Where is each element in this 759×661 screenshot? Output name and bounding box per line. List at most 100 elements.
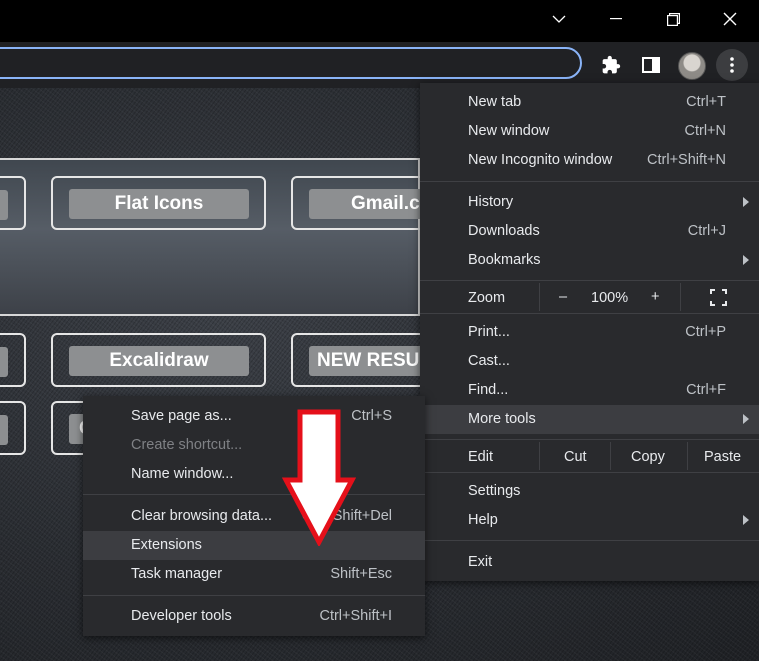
- zoom-out-button[interactable]: –: [559, 289, 567, 305]
- menu-separator: [420, 439, 759, 440]
- menu-item-developer-tools[interactable]: Developer tools Ctrl+Shift+I: [83, 602, 425, 631]
- menu-item-label: New window: [468, 123, 550, 139]
- menu-item-label: Developer tools: [131, 608, 232, 624]
- submenu-arrow-icon: [743, 197, 749, 207]
- menu-item-more-tools[interactable]: More tools: [420, 405, 759, 434]
- side-panel-icon[interactable]: [636, 50, 666, 80]
- menu-item-label: Help: [468, 512, 498, 528]
- menu-item-label: Extensions: [131, 537, 202, 553]
- menu-item-new-tab[interactable]: New tab Ctrl+T: [420, 88, 759, 117]
- menu-cell-divider: [539, 283, 540, 311]
- more-tools-submenu: Save page as... Ctrl+S Create shortcut..…: [83, 396, 425, 636]
- menu-item-label: New Incognito window: [468, 152, 613, 168]
- menu-separator: [83, 595, 425, 596]
- menu-item-label: Save page as...: [131, 408, 232, 424]
- menu-item-label: Edit: [468, 449, 493, 465]
- menu-item-label: Task manager: [131, 566, 223, 582]
- menu-item-label: More tools: [468, 411, 536, 427]
- menu-item-label: Bookmarks: [468, 252, 541, 268]
- menu-item-shortcut: Ctrl+T: [686, 94, 726, 110]
- shortcut-tile-new-resume[interactable]: NEW RESU: [291, 333, 439, 387]
- menu-item-name-window[interactable]: Name window...: [83, 460, 425, 489]
- menu-item-help[interactable]: Help: [420, 506, 759, 535]
- menu-cell-divider: [539, 442, 540, 470]
- menu-cell-divider: [680, 283, 681, 311]
- menu-item-new-window[interactable]: New window Ctrl+N: [420, 117, 759, 146]
- menu-item-shortcut: Ctrl+N: [684, 123, 727, 139]
- menu-separator: [420, 280, 759, 281]
- menu-separator: [420, 540, 759, 541]
- zoom-level: 100%: [591, 290, 629, 306]
- fullscreen-icon[interactable]: [710, 289, 727, 310]
- menu-item-shortcut: Ctrl+F: [686, 382, 726, 398]
- menu-item-label: Downloads: [468, 223, 540, 239]
- menu-item-find[interactable]: Find... Ctrl+F: [420, 376, 759, 405]
- copy-button[interactable]: Copy: [631, 449, 665, 465]
- browser-toolbar: [0, 42, 759, 88]
- shortcut-tile[interactable]: [0, 401, 26, 455]
- menu-item-bookmarks[interactable]: Bookmarks: [420, 246, 759, 275]
- chevron-down-icon[interactable]: [531, 0, 587, 38]
- cut-button[interactable]: Cut: [564, 449, 587, 465]
- submenu-arrow-icon: [743, 255, 749, 265]
- menu-item-task-manager[interactable]: Task manager Shift+Esc: [83, 560, 425, 589]
- chrome-main-menu: New tab Ctrl+T New window Ctrl+N New Inc…: [420, 83, 759, 581]
- menu-separator: [83, 494, 425, 495]
- menu-item-shortcut: Shift+Esc: [330, 566, 392, 582]
- shortcut-tile-gmail[interactable]: Gmail.co: [291, 176, 439, 230]
- menu-item-settings[interactable]: Settings: [420, 477, 759, 506]
- puzzle-icon[interactable]: [596, 50, 626, 80]
- menu-item-label: New tab: [468, 94, 522, 110]
- shortcut-tile-flat-icons[interactable]: Flat Icons: [51, 176, 266, 230]
- shortcut-tile-excalidraw[interactable]: Excalidraw: [51, 333, 266, 387]
- menu-item-print[interactable]: Print... Ctrl+P: [420, 318, 759, 347]
- menu-item-zoom: Zoom – 100% +: [420, 283, 759, 311]
- paste-button[interactable]: Paste: [704, 449, 741, 465]
- menu-cell-divider: [687, 442, 688, 470]
- menu-item-shortcut: Ctrl+P: [685, 324, 726, 340]
- menu-item-label: Cast...: [468, 353, 510, 369]
- menu-item-extensions[interactable]: Extensions: [83, 531, 425, 560]
- menu-item-downloads[interactable]: Downloads Ctrl+J: [420, 217, 759, 246]
- title-bar: [0, 0, 759, 42]
- menu-item-label: Print...: [468, 324, 510, 340]
- menu-item-label: Zoom: [468, 290, 506, 306]
- menu-item-label: Create shortcut...: [131, 437, 243, 453]
- menu-item-label: History: [468, 194, 514, 210]
- menu-item-label: Settings: [468, 483, 521, 499]
- tile-label: Flat Icons: [69, 189, 249, 219]
- zoom-in-button[interactable]: +: [651, 289, 659, 305]
- tile-label: Excalidraw: [69, 346, 249, 376]
- menu-separator: [420, 313, 759, 314]
- menu-item-clear-browsing-data[interactable]: Clear browsing data... Ctrl+Shift+Del: [83, 502, 425, 531]
- minimize-icon[interactable]: [588, 0, 644, 38]
- menu-item-label: Find...: [468, 382, 509, 398]
- menu-cell-divider: [610, 442, 611, 470]
- close-icon[interactable]: [702, 0, 758, 38]
- menu-item-shortcut: Ctrl+Shift+I: [319, 608, 392, 624]
- menu-item-label: Name window...: [131, 466, 234, 482]
- menu-item-shortcut: Ctrl+S: [351, 408, 392, 424]
- profile-avatar[interactable]: [678, 52, 706, 80]
- menu-item-history[interactable]: History: [420, 188, 759, 217]
- submenu-arrow-icon: [743, 414, 749, 424]
- more-vertical-icon[interactable]: [716, 49, 748, 81]
- menu-separator: [420, 181, 759, 182]
- menu-item-new-incognito-window[interactable]: New Incognito window Ctrl+Shift+N: [420, 146, 759, 175]
- menu-item-shortcut: Ctrl+Shift+N: [647, 152, 726, 168]
- restore-icon[interactable]: [645, 0, 701, 38]
- menu-item-shortcut: Ctrl+J: [687, 223, 726, 239]
- annotation-arrow-icon: [282, 409, 356, 546]
- menu-item-label: Exit: [468, 554, 493, 570]
- menu-item-create-shortcut: Create shortcut...: [83, 431, 425, 460]
- menu-separator: [420, 472, 759, 473]
- menu-item-save-page-as[interactable]: Save page as... Ctrl+S: [83, 402, 425, 431]
- shortcut-tile[interactable]: [0, 333, 26, 387]
- shortcut-tile[interactable]: [0, 176, 26, 230]
- menu-item-cast[interactable]: Cast...: [420, 347, 759, 376]
- menu-item-edit: Edit Cut Copy Paste: [420, 442, 759, 470]
- menu-item-exit[interactable]: Exit: [420, 548, 759, 577]
- address-bar[interactable]: [0, 47, 582, 79]
- submenu-arrow-icon: [743, 515, 749, 525]
- menu-item-label: Clear browsing data...: [131, 508, 273, 524]
